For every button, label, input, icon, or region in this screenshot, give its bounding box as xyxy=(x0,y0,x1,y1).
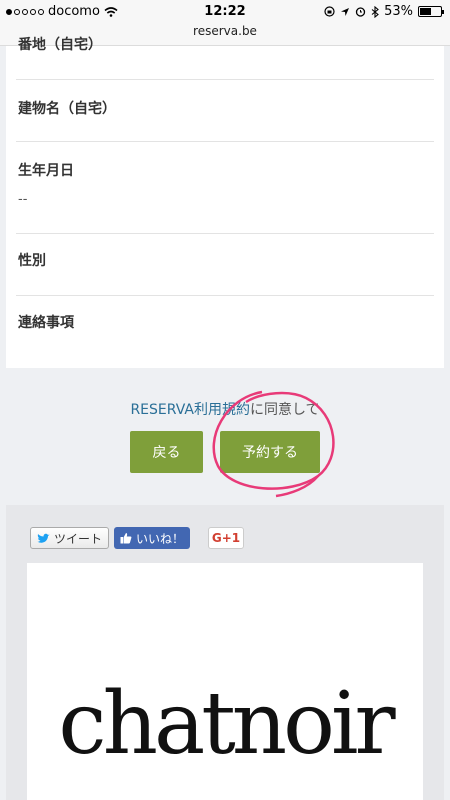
terms-suffix: に同意して xyxy=(249,402,320,418)
battery-icon xyxy=(418,6,444,17)
field-notes: 連絡事項 xyxy=(16,296,434,368)
alarm-icon xyxy=(355,7,366,17)
like-button[interactable]: いいね！ xyxy=(114,527,191,549)
like-label: いいね！ xyxy=(136,531,185,546)
field-label: 番地（自宅） xyxy=(18,37,102,53)
brand-logo-area: chatnoir xyxy=(27,563,423,800)
reserve-button[interactable]: 予約する xyxy=(220,431,320,473)
field-gender: 性別 xyxy=(16,234,434,296)
back-button[interactable]: 戻る xyxy=(130,431,203,473)
field-label: 建物名（自宅） xyxy=(18,101,116,117)
battery-percent: 53% xyxy=(384,4,413,19)
field-birthdate: 生年月日 -- xyxy=(16,142,434,234)
tweet-button[interactable]: ツイート xyxy=(30,527,110,549)
bluetooth-icon xyxy=(371,5,379,18)
field-building-name: 建物名（自宅） xyxy=(16,80,434,142)
field-address-number: 番地（自宅） xyxy=(16,34,434,80)
field-label: 生年月日 xyxy=(18,163,74,179)
terms-link[interactable]: RESERVA利用規約 xyxy=(130,402,250,418)
tweet-label: ツイート xyxy=(54,531,103,546)
share-section: ツイート いいね！ G+1 chatnoir xyxy=(6,505,444,800)
location-arrow-icon xyxy=(341,7,350,16)
twitter-bird-icon xyxy=(37,533,50,543)
google-plus-button[interactable]: G+1 xyxy=(208,527,244,549)
orientation-lock-icon xyxy=(324,6,335,17)
field-label: 性別 xyxy=(18,253,46,269)
terms-agreement: RESERVA利用規約に同意して xyxy=(0,399,450,419)
brand-logo: chatnoir xyxy=(58,674,395,774)
thumbs-up-icon xyxy=(120,533,132,544)
field-value: -- xyxy=(18,192,28,207)
form-card: 番地（自宅） 建物名（自宅） 生年月日 -- 性別 連絡事項 xyxy=(6,37,444,368)
field-label: 連絡事項 xyxy=(18,315,74,331)
